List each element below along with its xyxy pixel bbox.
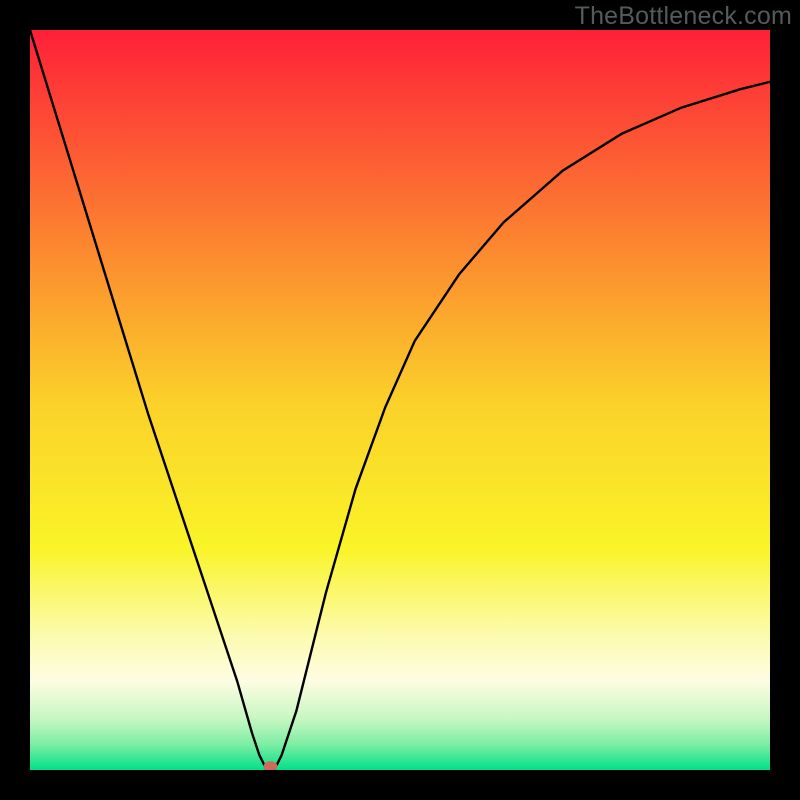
gradient-background: [30, 30, 770, 770]
chart-svg: [30, 30, 770, 770]
chart-frame: TheBottleneck.com: [0, 0, 800, 800]
plot-area: [30, 30, 770, 770]
watermark-text: TheBottleneck.com: [575, 2, 792, 31]
